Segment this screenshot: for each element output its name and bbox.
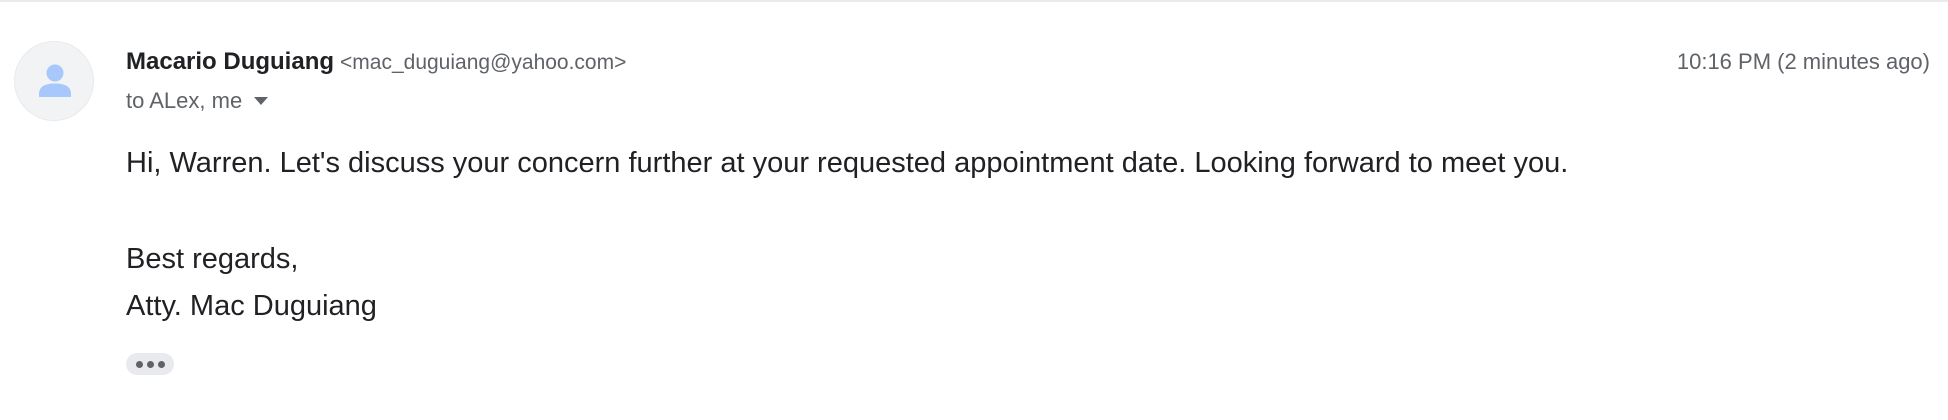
more-horizontal-icon — [146, 360, 154, 368]
sender-line: Macario Duguiang <mac_duguiang@yahoo.com> — [126, 46, 626, 81]
chevron-down-icon[interactable] — [254, 97, 269, 105]
show-trimmed-content-button[interactable] — [126, 353, 174, 375]
recipients-line: to ALex, me — [126, 86, 269, 116]
more-horizontal-icon — [135, 360, 143, 368]
person-icon — [39, 64, 71, 97]
message-body-closing: Best regards, — [126, 243, 299, 275]
message-body-signature: Atty. Mac Duguiang — [126, 290, 377, 322]
message-body-greeting: Hi, Warren. Let's discuss your concern f… — [126, 147, 1569, 179]
sender-avatar[interactable] — [14, 41, 94, 121]
message-timestamp: 10:16 PM (2 minutes ago) — [1676, 49, 1930, 74]
sender-email: <mac_duguiang@yahoo.com> — [340, 51, 627, 74]
recipients-text: to ALex, me — [126, 88, 243, 113]
top-divider — [0, 0, 1948, 2]
more-horizontal-icon — [157, 360, 165, 368]
sender-name[interactable]: Macario Duguiang — [126, 48, 334, 75]
